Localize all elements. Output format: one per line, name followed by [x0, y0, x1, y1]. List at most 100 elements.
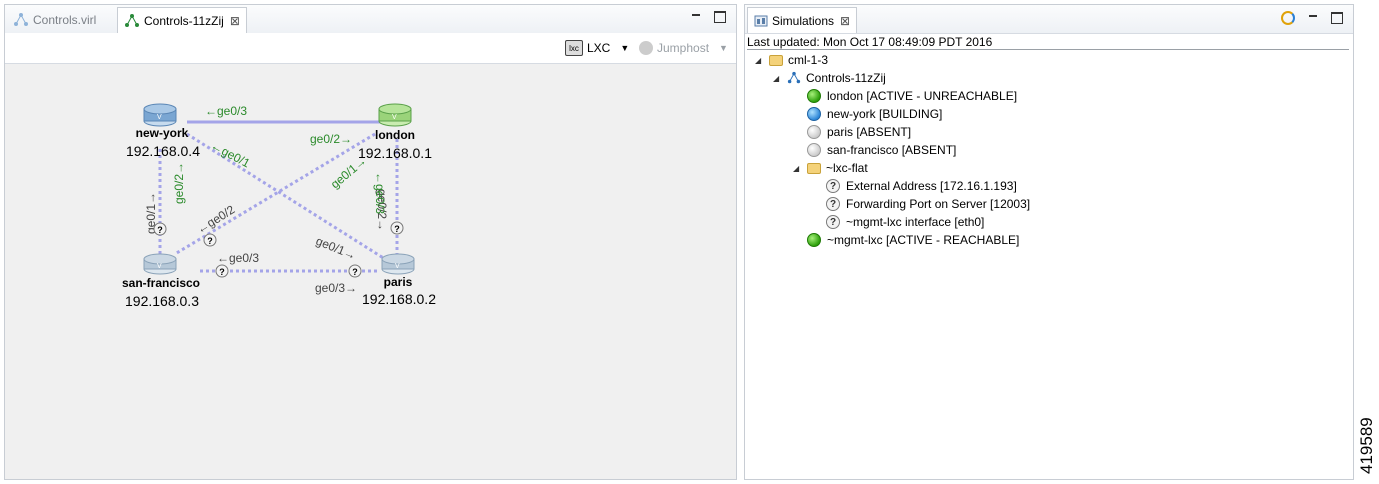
folder-icon	[807, 162, 821, 174]
question-icon: ?	[826, 215, 840, 229]
tree-item-node[interactable]: san-francisco [ABSENT]	[807, 141, 956, 159]
tree-item-server[interactable]: ◢ cml-1-3	[755, 51, 828, 69]
status-absent-icon	[807, 143, 821, 157]
tree-label: Forwarding Port on Server [12003]	[846, 197, 1031, 211]
tree-label: ~mgmt-lxc interface [eth0]	[846, 215, 985, 229]
jumphost-icon	[639, 41, 653, 55]
link-label: ge0/2→	[310, 132, 352, 146]
tree-label: ~mgmt-lxc [ACTIVE - REACHABLE]	[827, 233, 1020, 247]
topology-editor: Controls.virl Controls-11zZij ⊠ lxc LXC …	[4, 4, 737, 480]
expanded-triangle-icon[interactable]: ◢	[755, 56, 765, 65]
jumphost-button[interactable]: Jumphost ▼	[639, 39, 728, 57]
tree-item-lxc-property[interactable]: ? ~mgmt-lxc interface [eth0]	[826, 213, 984, 231]
topology-canvas[interactable]: V V V V new-york 192.168.0.4 london 192.…	[5, 64, 736, 479]
link-label: ge0/2→	[172, 162, 186, 204]
svg-text:V: V	[392, 114, 397, 121]
question-icon: ?	[826, 197, 840, 211]
tree-item-node[interactable]: new-york [BUILDING]	[807, 105, 942, 123]
tree-item-node[interactable]: ~mgmt-lxc [ACTIVE - REACHABLE]	[807, 231, 1019, 249]
link-label: ←ge0/2	[194, 202, 237, 236]
editor-tab-bar: Controls.virl Controls-11zZij ⊠	[5, 5, 736, 34]
status-active-icon	[807, 233, 821, 247]
tab-simulations[interactable]: Simulations ⊠	[747, 7, 858, 33]
simulations-window-controls	[1281, 11, 1343, 25]
tree-item-simulation[interactable]: ◢ Controls-11zZij	[773, 69, 886, 87]
tree-item-lxc-property[interactable]: ? Forwarding Port on Server [12003]	[826, 195, 1030, 213]
close-icon[interactable]: ⊠	[840, 14, 850, 28]
simulations-tab-label: Simulations	[772, 13, 835, 28]
lxc-button[interactable]: lxc LXC ▼	[565, 39, 629, 57]
simulations-tab-bar: Simulations ⊠	[745, 5, 1353, 34]
editor-toolbar: lxc LXC ▼ Jumphost ▼	[5, 33, 736, 64]
status-active-icon	[807, 89, 821, 103]
tree-label: ~lxc-flat	[826, 161, 868, 175]
tree-label: london [ACTIVE - UNREACHABLE]	[827, 89, 1018, 103]
router-icon-new-york[interactable]: V	[143, 103, 177, 127]
topology-diagram: V V V V new-york 192.168.0.4 london 192.…	[122, 103, 436, 309]
folder-icon	[769, 54, 783, 66]
node-name-london: london	[375, 128, 415, 142]
node-name-paris: paris	[384, 275, 413, 289]
simulations-icon	[754, 15, 768, 26]
topology-icon	[14, 13, 28, 26]
lxc-icon: lxc	[565, 40, 583, 56]
tree-item-node[interactable]: paris [ABSENT]	[807, 123, 911, 141]
maximize-icon[interactable]	[1331, 12, 1343, 24]
link-label: ←ge0/3	[205, 104, 247, 118]
tab-label: Controls.virl	[33, 13, 97, 27]
maximize-icon[interactable]	[714, 11, 726, 23]
svg-text:V: V	[395, 263, 400, 270]
node-name-new-york: new-york	[136, 126, 189, 140]
tree-label: Controls-11zZij	[806, 71, 886, 85]
node-name-san-francisco: san-francisco	[122, 276, 200, 290]
svg-text:?: ?	[352, 267, 358, 277]
jumphost-label: Jumphost	[657, 41, 710, 55]
node-ip-new-york: 192.168.0.4	[126, 143, 200, 159]
interface-unknown-icon[interactable]: ?	[348, 264, 362, 278]
tree-item-node[interactable]: london [ACTIVE - UNREACHABLE]	[807, 87, 1017, 105]
svg-text:V: V	[157, 263, 162, 270]
tab-controls-11zzij[interactable]: Controls-11zZij ⊠	[117, 7, 247, 33]
tree-label: External Address [172.16.1.193]	[846, 179, 1017, 193]
topology-icon	[787, 71, 801, 84]
interface-unknown-icon[interactable]: ?	[215, 264, 229, 278]
last-updated: Last updated: Mon Oct 17 08:49:09 PDT 20…	[747, 35, 993, 49]
chevron-down-icon[interactable]: ▼	[620, 43, 629, 53]
minimize-icon[interactable]	[690, 11, 702, 23]
status-building-icon	[807, 107, 821, 121]
simulations-view: Simulations ⊠ Last updated: Mon Oct 17 0…	[744, 4, 1354, 480]
tree-label: san-francisco [ABSENT]	[827, 143, 957, 157]
router-icon-london[interactable]: V	[378, 103, 412, 127]
figure-id: 419589	[1357, 417, 1376, 474]
node-ip-london: 192.168.0.1	[358, 145, 432, 161]
topology-icon	[125, 13, 139, 27]
tree-item-lxc-property[interactable]: ? External Address [172.16.1.193]	[826, 177, 1017, 195]
router-icon-san-francisco[interactable]: V	[143, 253, 177, 275]
node-ip-paris: 192.168.0.2	[362, 291, 436, 307]
svg-text:?: ?	[219, 267, 225, 277]
link-label: ←ge0/3	[373, 172, 387, 214]
tree-item-lxc-folder[interactable]: ◢ ~lxc-flat	[793, 159, 868, 177]
refresh-icon[interactable]	[1281, 11, 1295, 25]
expanded-triangle-icon[interactable]: ◢	[773, 74, 783, 83]
minimize-icon[interactable]	[1307, 12, 1319, 24]
close-icon[interactable]: ⊠	[230, 14, 240, 28]
node-ip-san-francisco: 192.168.0.3	[125, 293, 199, 309]
link-label: ←ge0/1	[209, 138, 253, 170]
chevron-down-icon[interactable]: ▼	[719, 43, 728, 53]
interface-unknown-icon[interactable]: ?	[390, 221, 404, 235]
divider	[747, 49, 1349, 50]
expanded-triangle-icon[interactable]: ◢	[793, 164, 803, 173]
editor-window-controls	[690, 11, 726, 23]
interface-unknown-icon[interactable]: ?	[203, 233, 217, 247]
tab-controls-virl[interactable]: Controls.virl	[7, 7, 102, 33]
svg-text:?: ?	[207, 236, 213, 246]
question-icon: ?	[826, 179, 840, 193]
link-label: ge0/3→	[315, 281, 357, 295]
interface-unknown-icon[interactable]: ?	[153, 222, 167, 236]
status-absent-icon	[807, 125, 821, 139]
lxc-label: LXC	[587, 41, 611, 55]
router-icon-paris[interactable]: V	[381, 253, 415, 275]
svg-text:V: V	[157, 114, 162, 121]
svg-text:?: ?	[157, 225, 163, 235]
